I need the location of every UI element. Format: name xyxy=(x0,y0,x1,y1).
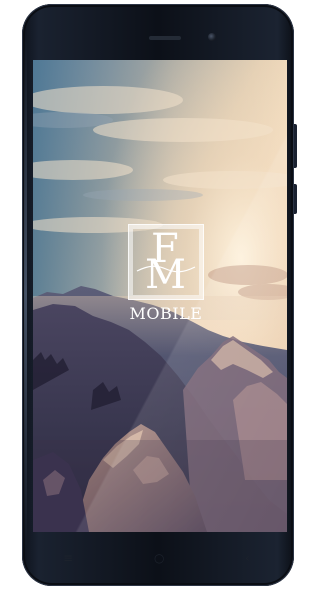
home-icon[interactable]: ○ xyxy=(154,552,164,564)
product-image: F M MOBILE ≡ ○ ‹ xyxy=(0,0,297,589)
menu-icon[interactable]: ≡ xyxy=(63,552,73,564)
smartphone: F M MOBILE ≡ ○ ‹ xyxy=(22,4,297,586)
navigation-bar: ≡ ○ ‹ xyxy=(33,532,287,578)
back-icon[interactable]: ‹ xyxy=(245,552,250,564)
power-button xyxy=(294,184,297,214)
fm-mobile-logo: F M MOBILE xyxy=(126,224,206,323)
volume-button xyxy=(294,124,297,168)
front-camera-icon xyxy=(208,33,216,41)
frame-edge-highlight xyxy=(24,34,27,554)
logo-frame: F M xyxy=(128,224,204,300)
logo-letter-m: M xyxy=(145,252,186,298)
earpiece-speaker xyxy=(149,36,181,40)
phone-screen: F M MOBILE xyxy=(33,60,287,532)
logo-brand-text: MOBILE xyxy=(129,304,203,323)
